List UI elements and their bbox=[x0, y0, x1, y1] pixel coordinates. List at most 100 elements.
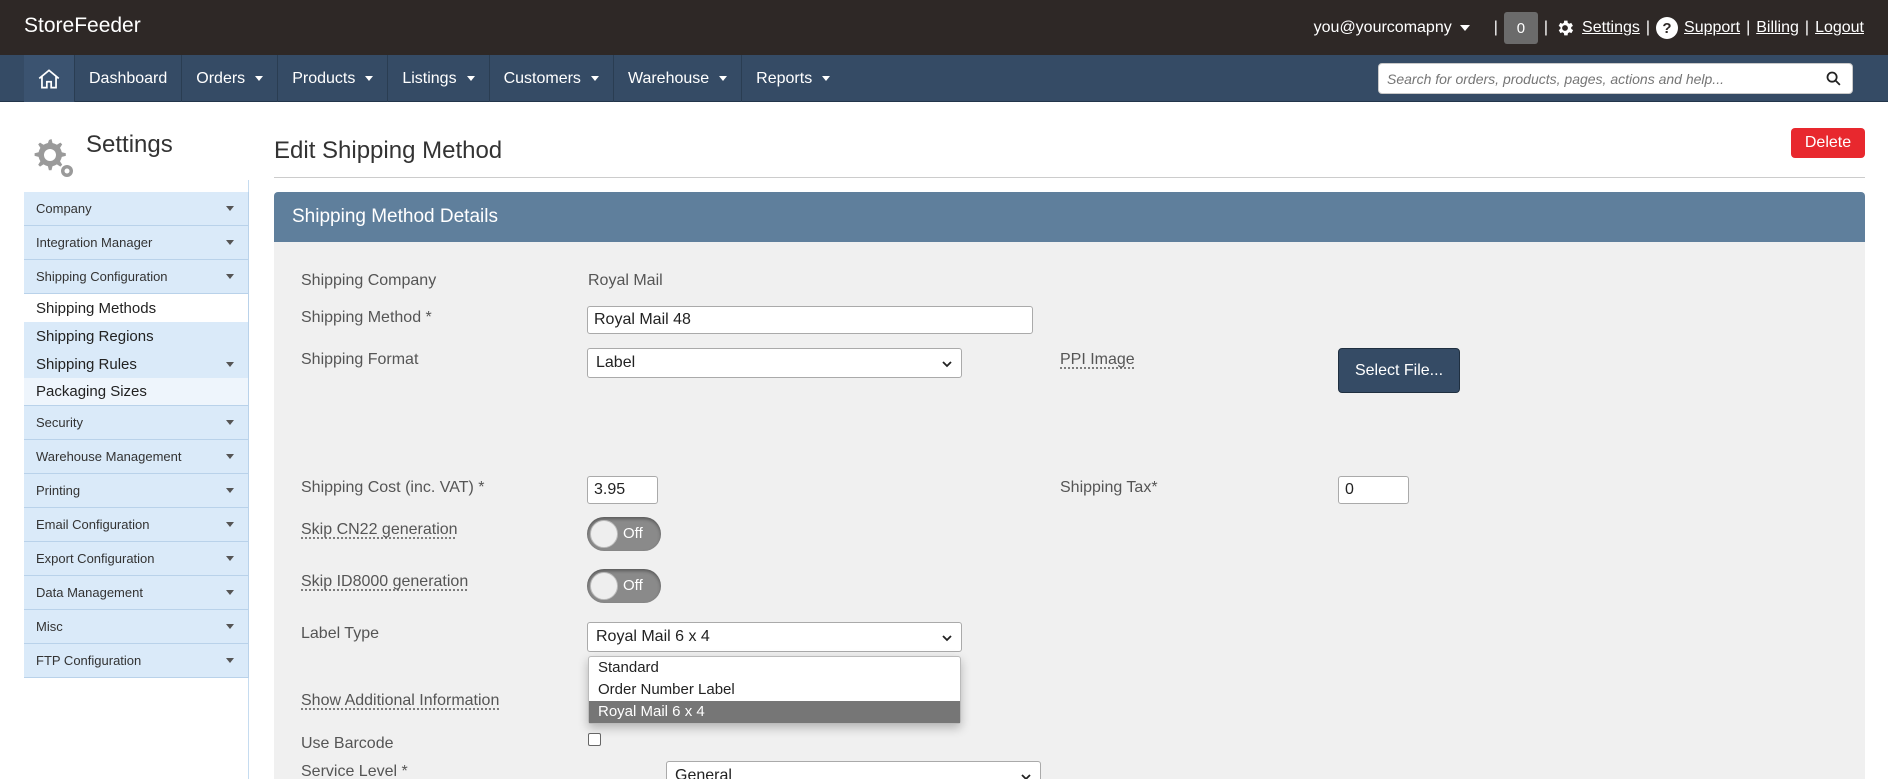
search-icon[interactable] bbox=[1825, 70, 1842, 92]
skip-cn22-toggle[interactable]: Off bbox=[587, 517, 661, 551]
chevron-down-icon bbox=[226, 522, 234, 527]
chevron-down-icon bbox=[226, 240, 234, 245]
separator: | bbox=[1804, 19, 1810, 36]
brand-logo[interactable]: StoreFeeder bbox=[24, 14, 141, 38]
sidebar-item-label: Data Management bbox=[36, 585, 143, 600]
help-icon: ? bbox=[1656, 17, 1679, 39]
gear-icon bbox=[1554, 17, 1576, 39]
label-type-option[interactable]: Standard bbox=[589, 657, 960, 679]
panel-title: Shipping Method Details bbox=[274, 192, 1865, 242]
chevron-down-icon bbox=[941, 631, 953, 649]
shipping-method-input[interactable] bbox=[587, 306, 1033, 334]
label-type-option-selected[interactable]: Royal Mail 6 x 4 bbox=[589, 701, 960, 723]
chevron-down-icon bbox=[226, 624, 234, 629]
sidebar-subitem-packaging-sizes[interactable]: Packaging Sizes bbox=[24, 378, 248, 406]
sidebar-item-label: Shipping Configuration bbox=[36, 269, 168, 284]
label-type-value: Royal Mail 6 x 4 bbox=[596, 628, 710, 645]
chevron-down-icon bbox=[590, 76, 599, 81]
sidebar-item-security[interactable]: Security bbox=[24, 406, 248, 440]
nav-warehouse[interactable]: Warehouse bbox=[612, 55, 741, 102]
label-type-select[interactable]: Royal Mail 6 x 4 bbox=[587, 622, 962, 652]
sidebar-item-ftp-configuration[interactable]: FTP Configuration bbox=[24, 644, 248, 678]
chevron-down-icon bbox=[226, 362, 234, 367]
nav-label: Listings bbox=[402, 69, 457, 87]
sidebar-subitem-shipping-rules[interactable]: Shipping Rules bbox=[24, 350, 248, 378]
settings-link[interactable]: Settings bbox=[1582, 19, 1640, 37]
top-right-menu: you@yourcomapny | 0 | Settings | ? Suppo… bbox=[1314, 12, 1864, 44]
chevron-down-icon bbox=[226, 658, 234, 663]
chevron-down-icon bbox=[1020, 770, 1032, 779]
panel-body bbox=[274, 242, 1865, 779]
nav-label: Reports bbox=[756, 69, 813, 87]
chevron-down-icon bbox=[226, 590, 234, 595]
sidebar-item-data-management[interactable]: Data Management bbox=[24, 576, 248, 610]
nav-label: Dashboard bbox=[89, 69, 168, 87]
sidebar-item-label: Shipping Regions bbox=[36, 327, 154, 345]
sidebar-item-email-configuration[interactable]: Email Configuration bbox=[24, 508, 248, 542]
ppi-image-label[interactable]: PPI Image bbox=[1060, 351, 1135, 369]
nav-customers[interactable]: Customers bbox=[488, 55, 613, 102]
user-email[interactable]: you@yourcomapny bbox=[1314, 19, 1452, 37]
nav-orders[interactable]: Orders bbox=[181, 55, 277, 102]
sidebar-item-label: Warehouse Management bbox=[36, 449, 182, 464]
notification-badge[interactable]: 0 bbox=[1503, 12, 1538, 44]
chevron-down-icon bbox=[941, 357, 953, 375]
use-barcode-label: Use Barcode bbox=[301, 735, 394, 752]
search-input[interactable] bbox=[1379, 64, 1799, 93]
shipping-tax-input[interactable] bbox=[1338, 476, 1409, 504]
settings-title: Settings bbox=[86, 131, 173, 158]
sidebar-item-label: Packaging Sizes bbox=[36, 383, 147, 400]
sidebar-item-warehouse-management[interactable]: Warehouse Management bbox=[24, 440, 248, 474]
nav-products[interactable]: Products bbox=[277, 55, 387, 102]
nav-reports[interactable]: Reports bbox=[741, 55, 844, 102]
separator: | bbox=[1645, 19, 1651, 36]
use-barcode-checkbox[interactable] bbox=[588, 733, 601, 746]
shipping-cost-input[interactable] bbox=[587, 476, 658, 504]
chevron-down-icon bbox=[226, 274, 234, 279]
sidebar-item-company[interactable]: Company bbox=[24, 192, 248, 226]
skip-id8000-label: Skip ID8000 generation bbox=[301, 573, 469, 590]
nav-label: Products bbox=[292, 69, 356, 87]
logout-link[interactable]: Logout bbox=[1815, 19, 1864, 37]
skip-id8000-toggle[interactable]: Off bbox=[587, 569, 661, 603]
sidebar-item-label: FTP Configuration bbox=[36, 653, 142, 668]
shipping-tax-label: Shipping Tax* bbox=[1060, 479, 1158, 496]
label-type-option[interactable]: Order Number Label bbox=[589, 679, 960, 701]
nav-home[interactable] bbox=[24, 55, 74, 102]
toggle-text: Off bbox=[623, 577, 643, 594]
sidebar-item-integration-manager[interactable]: Integration Manager bbox=[24, 226, 248, 260]
chevron-down-icon bbox=[1459, 25, 1470, 31]
sidebar-item-label: Company bbox=[36, 201, 92, 216]
sidebar-item-label: Export Configuration bbox=[36, 551, 155, 566]
service-level-label: Service Level * bbox=[301, 763, 408, 779]
shipping-format-label: Shipping Format bbox=[301, 351, 419, 368]
billing-link[interactable]: Billing bbox=[1756, 19, 1799, 37]
sidebar-item-misc[interactable]: Misc bbox=[24, 610, 248, 644]
sidebar-item-label: Printing bbox=[36, 483, 81, 498]
nav-listings[interactable]: Listings bbox=[387, 55, 488, 102]
nav-label: Customers bbox=[503, 69, 581, 87]
shipping-cost-label: Shipping Cost (inc. VAT) * bbox=[301, 479, 485, 496]
show-additional-info-link[interactable]: Show Additional Information bbox=[301, 692, 499, 710]
sidebar-item-export-configuration[interactable]: Export Configuration bbox=[24, 542, 248, 576]
select-file-button[interactable]: Select File... bbox=[1338, 348, 1460, 393]
separator: | bbox=[1543, 19, 1549, 36]
sidebar-subitem-shipping-regions[interactable]: Shipping Regions bbox=[24, 322, 248, 350]
settings-gear-icon bbox=[24, 131, 76, 184]
sidebar-item-shipping-configuration[interactable]: Shipping Configuration bbox=[24, 260, 248, 294]
user-menu[interactable]: you@yourcomapny bbox=[1314, 19, 1470, 37]
delete-button[interactable]: Delete bbox=[1791, 128, 1865, 158]
sidebar-subitem-shipping-methods[interactable]: Shipping Methods bbox=[24, 294, 248, 322]
settings-sidebar: Company Integration Manager Shipping Con… bbox=[24, 192, 249, 678]
chevron-down-icon bbox=[226, 556, 234, 561]
shipping-company-label: Shipping Company bbox=[301, 272, 437, 289]
toggle-text: Off bbox=[623, 525, 643, 542]
sidebar-item-printing[interactable]: Printing bbox=[24, 474, 248, 508]
service-level-select[interactable]: General bbox=[666, 761, 1041, 779]
chevron-down-icon bbox=[226, 420, 234, 425]
separator: | bbox=[1746, 19, 1751, 36]
nav-dashboard[interactable]: Dashboard bbox=[74, 55, 181, 102]
support-link[interactable]: Support bbox=[1684, 19, 1740, 37]
shipping-format-select[interactable]: Label bbox=[587, 348, 962, 378]
sidebar-item-label: Shipping Rules bbox=[36, 355, 137, 373]
